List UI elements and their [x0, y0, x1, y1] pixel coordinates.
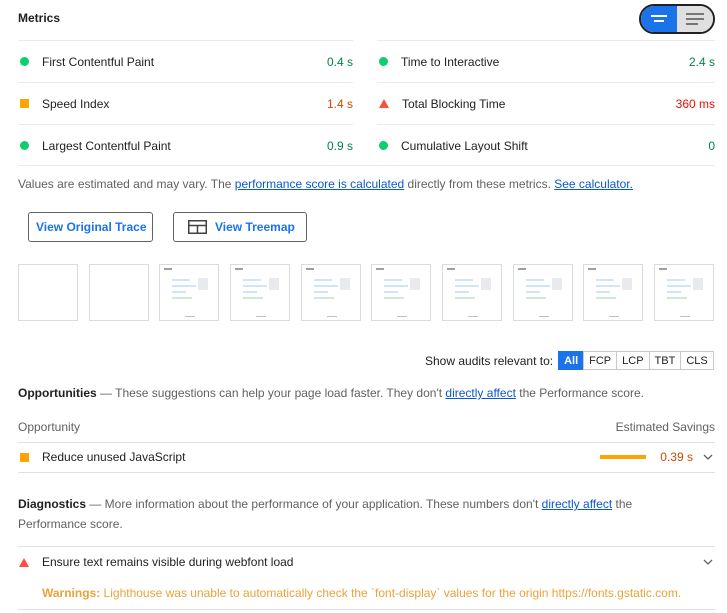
- metric-title: Largest Contentful Paint: [42, 138, 171, 153]
- view-original-trace-button[interactable]: View Original Trace: [28, 212, 153, 242]
- filmstrip-frame: [89, 264, 149, 321]
- metric-total-blocking-time: Total Blocking Time 360 ms: [377, 82, 715, 124]
- savings-bar: [600, 455, 647, 459]
- fail-triangle-icon: [19, 557, 29, 567]
- metric-cumulative-layout-shift: Cumulative Layout Shift 0: [377, 124, 715, 166]
- chevron-down-icon[interactable]: [701, 450, 715, 464]
- filter-chip-tbt[interactable]: TBT: [648, 351, 682, 370]
- opportunities-title: Opportunities: [18, 386, 97, 400]
- average-square-icon: [20, 452, 29, 462]
- toggle-compact-view[interactable]: [641, 6, 677, 32]
- metrics-divider: [18, 165, 715, 166]
- filmstrip-frame: [371, 264, 431, 321]
- average-square-icon: [20, 99, 29, 108]
- filter-chip-cls[interactable]: CLS: [680, 351, 714, 370]
- metric-value: 2.4 s: [688, 54, 715, 69]
- metric-value: 0.4 s: [326, 54, 353, 69]
- diagnostics-title: Diagnostics: [18, 497, 87, 511]
- audit-filter-label: Show audits relevant to:: [425, 353, 554, 368]
- opportunities-header: Opportunities — These suggestions can he…: [18, 383, 644, 403]
- column-estimated-savings: Estimated Savings: [615, 420, 715, 434]
- metric-title: Cumulative Layout Shift: [401, 138, 528, 153]
- audit-title: Reduce unused JavaScript: [42, 450, 186, 464]
- toggle-expanded-view[interactable]: [677, 6, 713, 32]
- audit-font-display[interactable]: Ensure text remains visible during webfo…: [18, 547, 715, 577]
- see-calculator-link[interactable]: See calculator.: [554, 177, 633, 191]
- savings-value: 0.39 s: [660, 450, 693, 464]
- pass-circle-icon: [20, 57, 29, 66]
- list-expanded-icon: [686, 13, 704, 25]
- warning-label: Warnings:: [42, 586, 101, 600]
- filmstrip-frame: [442, 264, 502, 321]
- note-text: Values are estimated and may vary. The: [18, 177, 235, 191]
- opportunities-description: — These suggestions can help your page l…: [96, 386, 446, 400]
- metric-value: 0.9 s: [326, 138, 353, 153]
- column-opportunity: Opportunity: [18, 420, 81, 434]
- filmstrip-frame: [301, 264, 361, 321]
- filmstrip-frame: [18, 264, 78, 321]
- pass-circle-icon: [379, 141, 388, 150]
- pass-circle-icon: [379, 57, 388, 66]
- audit-title: Ensure text remains visible during webfo…: [42, 555, 294, 569]
- font-display-warning: Warnings: Lighthouse was unable to autom…: [42, 586, 681, 600]
- opportunities-description-end: the Performance score.: [515, 386, 644, 400]
- metric-title: First Contentful Paint: [42, 54, 155, 69]
- filter-chip-lcp[interactable]: LCP: [616, 351, 650, 370]
- view-treemap-button[interactable]: View Treemap: [173, 212, 307, 242]
- metric-title: Total Blocking Time: [402, 96, 506, 111]
- metric-value: 360 ms: [675, 96, 715, 111]
- metric-title: Time to Interactive: [401, 54, 500, 69]
- audit-filter: Show audits relevant to: All FCP LCP TBT…: [425, 351, 714, 370]
- warning-text: Lighthouse was unable to automatically c…: [100, 586, 682, 600]
- metric-first-contentful-paint: First Contentful Paint 0.4 s: [18, 40, 353, 82]
- directly-affect-link[interactable]: directly affect: [542, 497, 612, 511]
- opportunities-table-header: Opportunity Estimated Savings: [18, 420, 715, 434]
- audit-reduce-unused-javascript[interactable]: Reduce unused JavaScript 0.39 s: [18, 442, 715, 472]
- filmstrip-frame: [513, 264, 573, 321]
- metric-time-to-interactive: Time to Interactive 2.4 s: [377, 40, 715, 82]
- metric-largest-contentful-paint: Largest Contentful Paint 0.9 s: [18, 124, 353, 166]
- metric-value: 0: [708, 138, 715, 153]
- view-original-trace-label: View Original Trace: [36, 220, 147, 234]
- chevron-down-icon[interactable]: [701, 555, 715, 569]
- metrics-heading: Metrics: [18, 11, 61, 25]
- metrics-view-toggle[interactable]: [639, 4, 715, 34]
- diagnostics-header: Diagnostics — More information about the…: [18, 494, 658, 534]
- filmstrip-frame: [230, 264, 290, 321]
- filmstrip-frame: [583, 264, 643, 321]
- fail-triangle-icon: [379, 99, 389, 108]
- pass-circle-icon: [20, 141, 29, 150]
- view-treemap-label: View Treemap: [215, 220, 295, 234]
- filter-chip-all[interactable]: All: [558, 351, 585, 370]
- divider: [18, 472, 715, 473]
- metric-title: Speed Index: [42, 96, 110, 111]
- score-calculated-link[interactable]: performance score is calculated: [235, 177, 404, 191]
- note-text-middle: directly from these metrics.: [404, 177, 555, 191]
- metrics-note: Values are estimated and may vary. The p…: [18, 177, 633, 191]
- directly-affect-link[interactable]: directly affect: [445, 386, 515, 400]
- filmstrip-frame: [654, 264, 714, 321]
- divider: [18, 609, 715, 610]
- treemap-icon: [188, 220, 207, 234]
- diagnostics-description: — More information about the performance…: [86, 497, 542, 511]
- filmstrip-frame: [159, 264, 219, 321]
- metric-speed-index: Speed Index 1.4 s: [18, 82, 353, 124]
- filter-chip-fcp[interactable]: FCP: [583, 351, 618, 370]
- list-compact-icon: [651, 15, 667, 22]
- metric-value: 1.4 s: [326, 96, 353, 111]
